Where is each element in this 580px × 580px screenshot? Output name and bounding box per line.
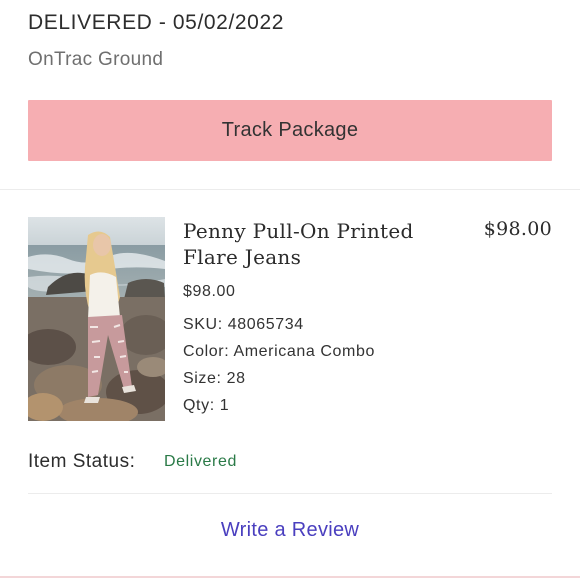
carrier-name: OnTrac Ground: [28, 49, 164, 70]
track-package-button[interactable]: Track Package: [28, 100, 552, 161]
item-status-value: Delivered: [164, 453, 237, 470]
quantity: Qty: 1: [183, 397, 230, 414]
review-divider: [28, 493, 552, 494]
delivery-status: DELIVERED - 05/02/2022: [28, 11, 285, 34]
line-total-price: $98.00: [483, 218, 552, 240]
color-option: Color: Americana Combo: [183, 343, 375, 360]
bottom-border: [0, 576, 580, 578]
product-name[interactable]: Penny Pull-On Printed Flare Jeans: [183, 218, 453, 270]
section-divider: [0, 189, 580, 190]
sku: SKU: 48065734: [183, 316, 304, 333]
unit-price: $98.00: [183, 283, 236, 300]
product-image[interactable]: [28, 217, 165, 421]
write-review-link[interactable]: Write a Review: [0, 519, 580, 542]
product-photo-graphic: [28, 217, 165, 421]
item-status-label: Item Status:: [28, 451, 136, 472]
size-option: Size: 28: [183, 370, 246, 387]
